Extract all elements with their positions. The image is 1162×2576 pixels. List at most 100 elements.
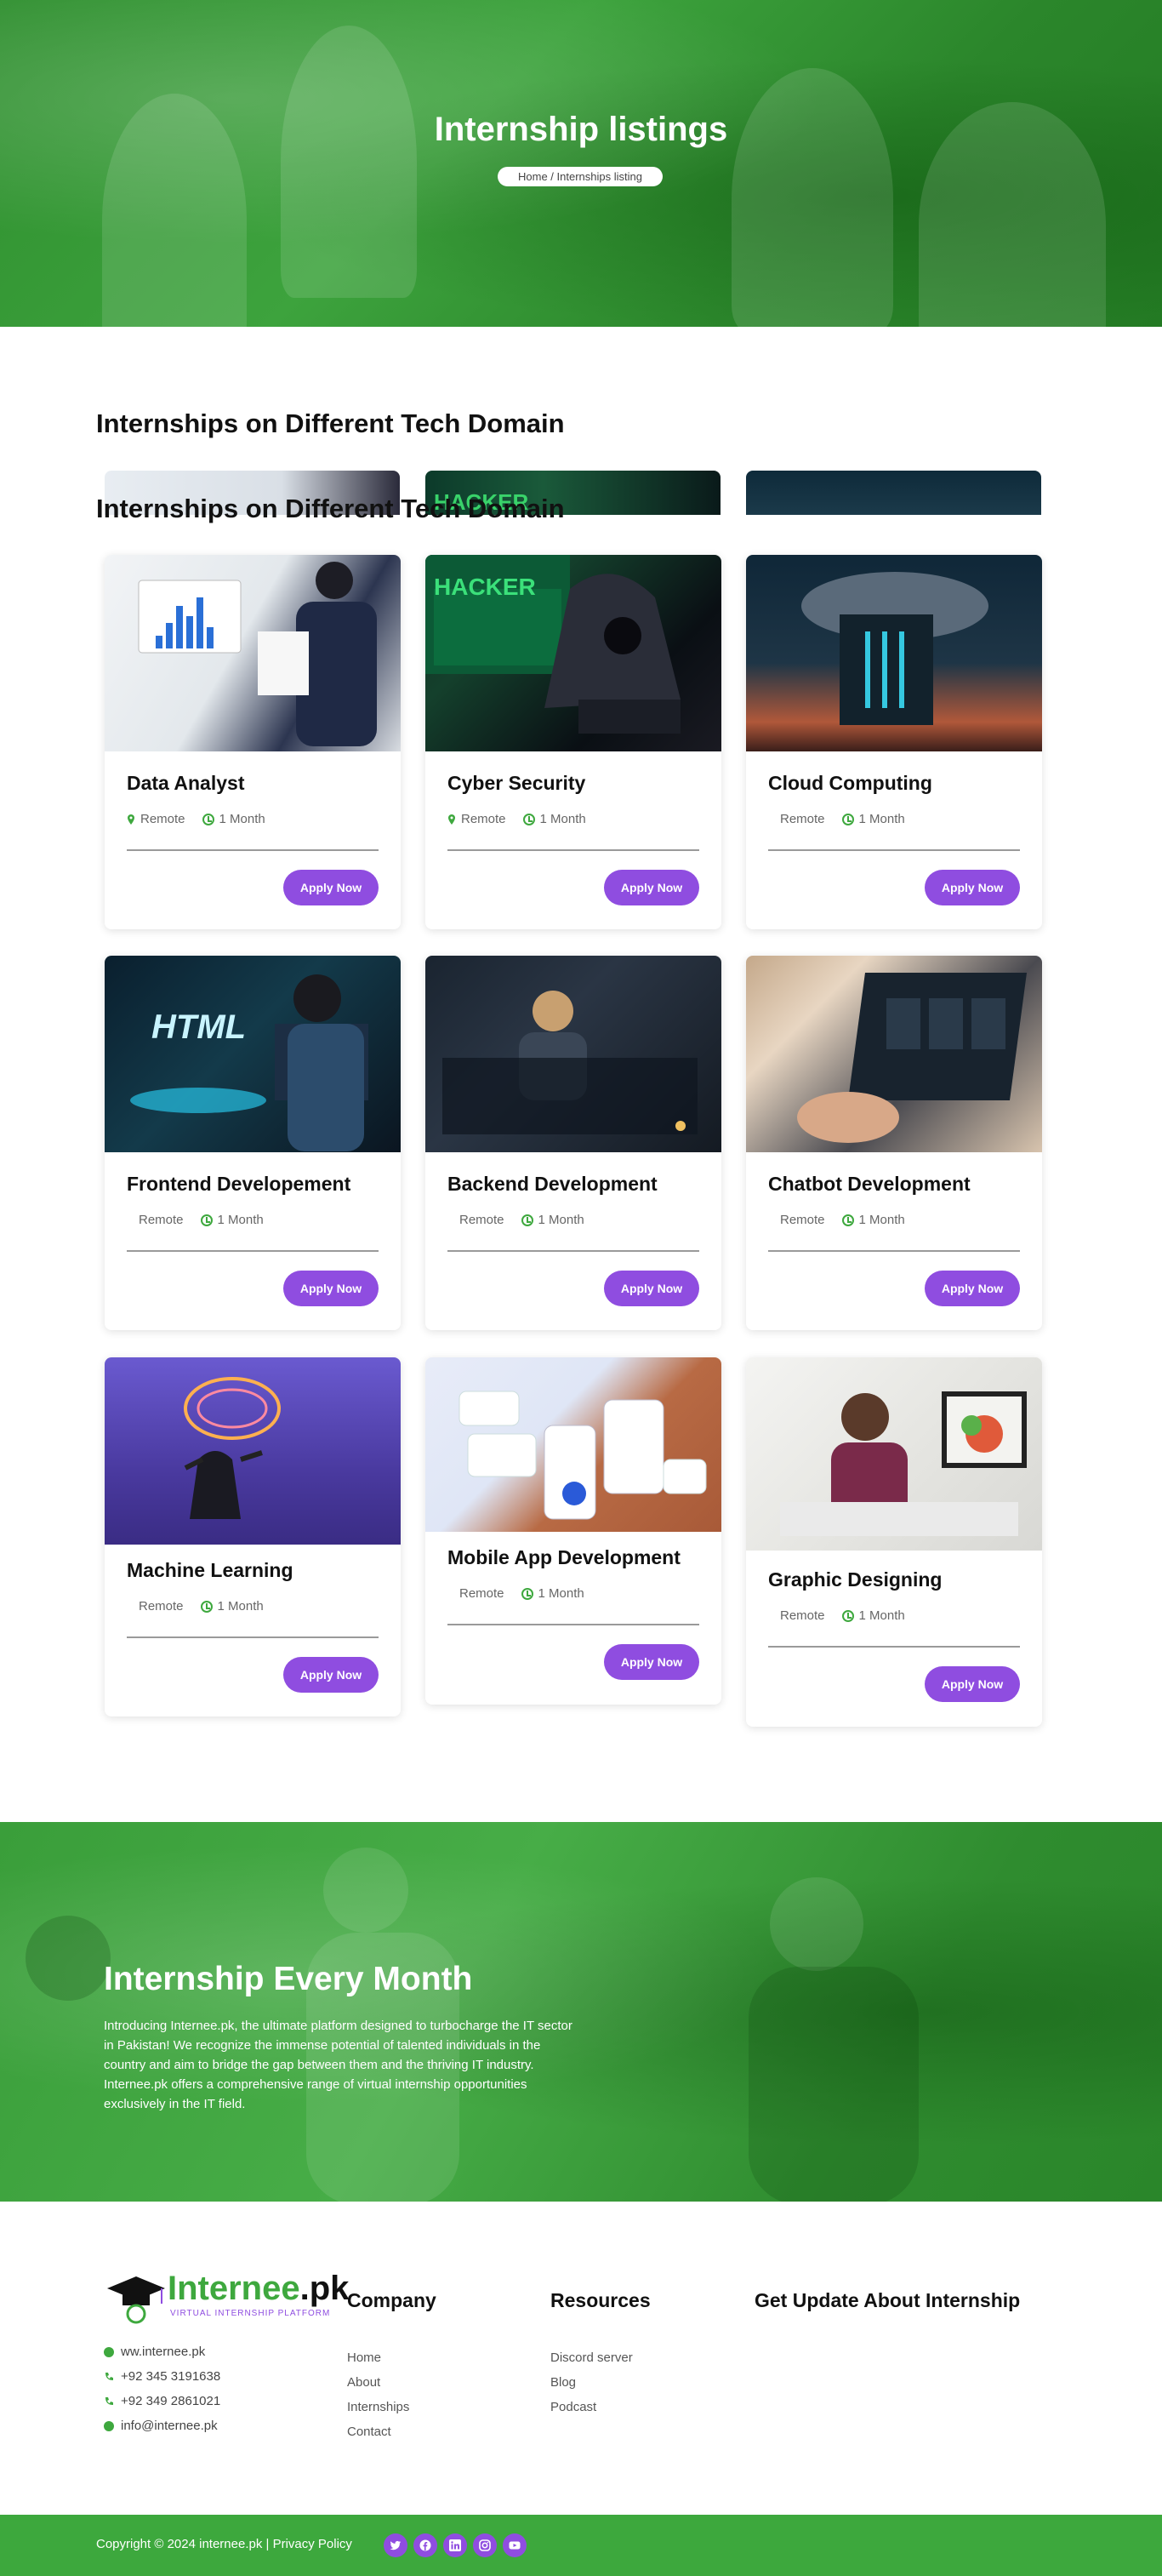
linkedin-icon[interactable] <box>443 2533 467 2557</box>
company-heading: Company <box>347 2289 436 2311</box>
peek-card-image <box>746 471 1041 515</box>
card-meta: Remote 1 Month <box>780 812 905 826</box>
internship-card[interactable]: Mobile App Development Remote 1 Month Ap… <box>425 1357 721 1705</box>
card-divider <box>127 1636 379 1638</box>
internship-card[interactable]: Cloud Computing Remote 1 Month Apply Now <box>746 555 1042 929</box>
card-divider <box>447 849 699 851</box>
copyright-text[interactable]: Copyright © 2024 internee.pk | Privacy P… <box>96 2537 352 2551</box>
apply-now-button[interactable]: Apply Now <box>604 1644 699 1680</box>
facebook-icon[interactable] <box>413 2533 437 2557</box>
apply-now-button[interactable]: Apply Now <box>283 1657 379 1693</box>
newsletter-heading: Get Update About Internship <box>755 2289 1021 2311</box>
card-divider <box>768 1250 1020 1252</box>
card-title: Data Analyst <box>127 772 245 794</box>
internship-card[interactable]: HACKER Cyber Security Remote 1 Month App… <box>425 555 721 929</box>
card-meta: Remote 1 Month <box>447 812 586 826</box>
card-title: Graphic Designing <box>768 1568 943 1591</box>
apply-now-button[interactable]: Apply Now <box>925 1271 1020 1306</box>
clock-icon <box>202 813 214 825</box>
card-image <box>746 555 1042 751</box>
internship-card[interactable]: Graphic Designing Remote 1 Month Apply N… <box>746 1357 1042 1727</box>
location-pin-icon <box>128 814 134 825</box>
card-divider <box>447 1250 699 1252</box>
card-divider <box>127 1250 379 1252</box>
card-meta: Remote 1 Month <box>139 1213 264 1227</box>
card-title: Backend Development <box>447 1173 658 1195</box>
apply-now-button[interactable]: Apply Now <box>925 1666 1020 1702</box>
clock-icon <box>521 1214 533 1226</box>
internship-card[interactable]: Backend Development Remote 1 Month Apply… <box>425 956 721 1330</box>
clock-icon <box>200 1600 213 1613</box>
footer-logo[interactable]: Internee.pk VIRTUAL INTERNSHIP PLATFORM <box>104 2270 349 2324</box>
contact-phone-2[interactable]: +92 349 2861021 <box>104 2394 220 2408</box>
card-image <box>105 555 401 751</box>
clock-icon <box>200 1214 213 1226</box>
apply-now-button[interactable]: Apply Now <box>604 870 699 905</box>
card-image: HACKER <box>425 555 721 751</box>
card-title: Cloud Computing <box>768 772 932 794</box>
location-pin-icon <box>448 814 455 825</box>
contact-phone-1[interactable]: +92 345 3191638 <box>104 2369 220 2384</box>
apply-now-button[interactable]: Apply Now <box>283 870 379 905</box>
card-image <box>425 956 721 1152</box>
internship-card[interactable]: Data Analyst Remote 1 Month Apply Now <box>105 555 401 929</box>
apply-now-button[interactable]: Apply Now <box>283 1271 379 1306</box>
card-divider <box>768 1646 1020 1648</box>
card-image <box>105 1357 401 1545</box>
youtube-icon[interactable] <box>503 2533 527 2557</box>
card-title: Cyber Security <box>447 772 586 794</box>
globe-icon <box>104 2346 114 2357</box>
footer-link-contact[interactable]: Contact <box>347 2425 391 2439</box>
apply-now-button[interactable]: Apply Now <box>604 1271 699 1306</box>
footer-link-blog[interactable]: Blog <box>550 2375 576 2390</box>
card-divider <box>768 849 1020 851</box>
card-meta: Remote 1 Month <box>780 1213 905 1227</box>
card-image <box>425 1357 721 1532</box>
card-divider <box>127 849 379 851</box>
card-image: HTML <box>105 956 401 1152</box>
banner-text: Introducing Internee.pk, the ultimate pl… <box>104 2019 572 2111</box>
clock-icon <box>522 813 535 825</box>
card-title: Machine Learning <box>127 1559 293 1581</box>
footer-bottom-bar: Copyright © 2024 internee.pk | Privacy P… <box>0 2515 1162 2576</box>
footer-link-internships[interactable]: Internships <box>347 2400 409 2414</box>
contact-website[interactable]: ww.internee.pk <box>104 2345 205 2359</box>
hero-banner: Internship listings Home / Internships l… <box>0 0 1162 327</box>
logo-tagline: VIRTUAL INTERNSHIP PLATFORM <box>170 2309 331 2318</box>
phone-icon <box>105 2372 113 2380</box>
phone-icon <box>105 2396 113 2405</box>
apply-now-button[interactable]: Apply Now <box>925 870 1020 905</box>
card-meta: Remote 1 Month <box>459 1213 584 1227</box>
contact-email[interactable]: info@internee.pk <box>104 2419 218 2433</box>
card-title: Chatbot Development <box>768 1173 971 1195</box>
internship-card[interactable]: HTML Frontend Developement Remote 1 Mont… <box>105 956 401 1330</box>
breadcrumb[interactable]: Home / Internships listing <box>498 167 663 186</box>
banner-title: Internship Every Month <box>104 1961 473 1997</box>
footer-link-podcast[interactable]: Podcast <box>550 2400 596 2414</box>
card-title: Frontend Developement <box>127 1173 351 1195</box>
twitter-icon[interactable] <box>384 2533 407 2557</box>
page-title: Internship listings <box>434 111 728 148</box>
card-meta: Remote 1 Month <box>459 1586 584 1601</box>
globe-icon <box>104 2420 114 2431</box>
card-meta: Remote 1 Month <box>127 812 265 826</box>
internship-card[interactable]: Machine Learning Remote 1 Month Apply No… <box>105 1357 401 1716</box>
section-title: Internships on Different Tech Domain <box>96 408 565 438</box>
banner-background <box>26 1848 919 2202</box>
instagram-icon[interactable] <box>473 2533 497 2557</box>
clock-icon <box>521 1587 533 1600</box>
sticky-section-title: Internships on Different Tech Domain <box>96 494 565 523</box>
resources-heading: Resources <box>550 2289 651 2311</box>
internship-card[interactable]: Chatbot Development Remote 1 Month Apply… <box>746 956 1042 1330</box>
card-image <box>746 956 1042 1152</box>
footer-link-about[interactable]: About <box>347 2375 380 2390</box>
card-meta: Remote 1 Month <box>139 1599 264 1614</box>
clock-icon <box>841 1609 854 1622</box>
footer-link-home[interactable]: Home <box>347 2350 381 2365</box>
card-title: Mobile App Development <box>447 1546 681 1568</box>
graduation-cap-logo-icon <box>107 2276 165 2324</box>
internship-every-month-banner: Internship Every Month Introducing Inter… <box>0 1822 1162 2202</box>
footer-link-discord[interactable]: Discord server <box>550 2350 633 2365</box>
card-image <box>746 1357 1042 1551</box>
clock-icon <box>841 1214 854 1226</box>
